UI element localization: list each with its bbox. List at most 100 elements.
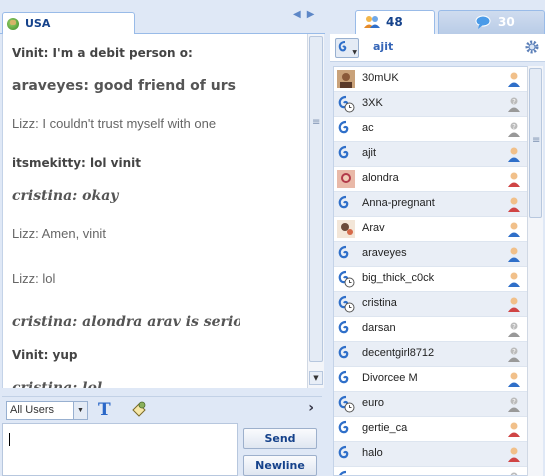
svg-text:?: ? (512, 398, 516, 406)
female-user-icon (507, 171, 521, 187)
chat-scrollbar[interactable]: ▼ (307, 34, 324, 388)
away-status-icon (337, 95, 355, 113)
user-list-item[interactable]: ac? (334, 117, 527, 142)
recipient-select[interactable]: All Users ▼ (6, 401, 88, 420)
speech-bubble-icon (475, 15, 492, 29)
user-list-item[interactable]: 3XK? (334, 92, 527, 117)
user-list-item[interactable]: decentgirl8712? (334, 342, 527, 367)
female-user-icon (507, 446, 521, 462)
user-name: 30mUK (362, 72, 399, 84)
user-name: Divorcee M (362, 372, 418, 384)
room-tab-usa[interactable]: USA (2, 12, 135, 35)
user-name: Anna-pregnant (362, 197, 435, 209)
chevron-right-icon[interactable]: › (308, 400, 314, 416)
tab-rooms[interactable]: 30 (438, 10, 545, 34)
default-avatar-icon (337, 320, 355, 338)
default-avatar-icon (337, 195, 355, 213)
female-user-icon (507, 421, 521, 437)
away-status-icon (337, 270, 355, 288)
user-name: ajit (362, 147, 377, 159)
user-name: big_thick_c0ck (362, 272, 435, 284)
svg-text:?: ? (512, 348, 516, 356)
user-list-item[interactable]: ajit (334, 142, 527, 167)
user-list-scroll-thumb[interactable] (529, 68, 542, 218)
chat-application: USA ◀▶ Vinit: I'm a debit person o: arave… (0, 0, 545, 476)
rooms-count: 30 (498, 15, 515, 29)
emoticon-icon[interactable] (130, 400, 150, 420)
female-user-icon (507, 296, 521, 312)
chat-message: Lizz: Amen, vinit (12, 226, 106, 241)
male-user-icon (507, 271, 521, 287)
user-name: decentgirl8712 (362, 347, 435, 359)
female-user-icon (507, 196, 521, 212)
user-list-scrollbar[interactable] (527, 66, 543, 476)
user-list-item[interactable]: Anna-pregnant (334, 192, 527, 217)
svg-text:?: ? (512, 323, 516, 331)
male-user-icon (507, 71, 521, 87)
unknown-user-icon: ? (507, 396, 521, 412)
chat-message: araveyes: good friend of urs (12, 78, 236, 94)
user-list-item[interactable]: euro? (334, 392, 527, 417)
users-group-icon (363, 15, 380, 29)
gear-icon[interactable] (524, 39, 540, 55)
user-name: euro (362, 397, 385, 409)
user-list-item[interactable]: alondra (334, 167, 527, 192)
my-status-bar: ▼ ajit (330, 34, 545, 62)
user-list-item[interactable]: Divorcee M (334, 367, 527, 392)
chat-toolbar: All Users ▼ T › (2, 396, 322, 422)
chevron-down-icon: ▼ (352, 49, 357, 56)
tab-scroll-arrows[interactable]: ◀▶ (293, 9, 320, 20)
room-tab-strip: USA ◀▶ (0, 0, 325, 35)
default-avatar-icon (337, 370, 355, 388)
male-user-icon (507, 146, 521, 162)
my-username: ajit (373, 40, 394, 53)
users-panel: 48 30 ▼ ajit 30mUK 3XK ? ac ? ajit alond… (330, 0, 545, 476)
chat-message: Vinit: yup (12, 348, 78, 362)
tab-users[interactable]: 48 (355, 10, 435, 34)
chat-message: Vinit: I'm a debit person o: (12, 46, 193, 60)
default-avatar-icon (337, 245, 355, 263)
unknown-user-icon: ? (507, 321, 521, 337)
unknown-user-icon: ? (507, 346, 521, 362)
chevron-down-icon[interactable]: ▼ (73, 402, 87, 419)
user-name: araveyes (362, 247, 407, 259)
default-avatar-icon (337, 145, 355, 163)
user-name: alondra (362, 172, 399, 184)
user-list-item[interactable]: big_thick_c0ck (334, 267, 527, 292)
message-input[interactable] (2, 423, 238, 476)
text-format-icon[interactable]: T (98, 400, 118, 420)
male-user-icon (507, 371, 521, 387)
male-user-icon (507, 246, 521, 262)
user-list-item[interactable]: gertie_ca (334, 417, 527, 442)
chat-message: cristina: okay (12, 188, 119, 204)
user-list-item[interactable]: halo (334, 442, 527, 467)
chat-message: Lizz: lol (12, 271, 56, 286)
unknown-user-icon: ? (507, 121, 521, 137)
globe-icon (7, 18, 19, 30)
user-list-item[interactable]: Arav (334, 217, 527, 242)
chat-log: Vinit: I'm a debit person o: araveyes: go… (2, 34, 307, 388)
user-list-item[interactable]: 30mUK (334, 67, 527, 92)
user-list-item[interactable]: cristina (334, 292, 527, 317)
my-avatar-menu[interactable]: ▼ (335, 38, 359, 58)
user-name: Arav (362, 222, 385, 234)
chat-scroll-down[interactable]: ▼ (309, 371, 323, 385)
chat-scroll-thumb[interactable] (309, 36, 323, 362)
room-tab-label: USA (25, 17, 51, 30)
user-list-item[interactable]: ? (334, 467, 527, 475)
user-list-item[interactable]: darsan? (334, 317, 527, 342)
svg-text:?: ? (512, 98, 516, 106)
chat-message: cristina: lol (12, 380, 103, 388)
avatar (337, 170, 355, 188)
default-avatar-icon (337, 470, 355, 475)
chat-message: cristina: alondra arav is serious (12, 314, 240, 330)
away-status-icon (337, 295, 355, 313)
newline-button[interactable]: Newline (243, 455, 317, 476)
text-caret (9, 433, 10, 446)
default-avatar-icon (337, 120, 355, 138)
avatar (337, 70, 355, 88)
send-button[interactable]: Send (243, 428, 317, 449)
users-count: 48 (386, 15, 403, 29)
user-name: cristina (362, 297, 397, 309)
user-list-item[interactable]: araveyes (334, 242, 527, 267)
